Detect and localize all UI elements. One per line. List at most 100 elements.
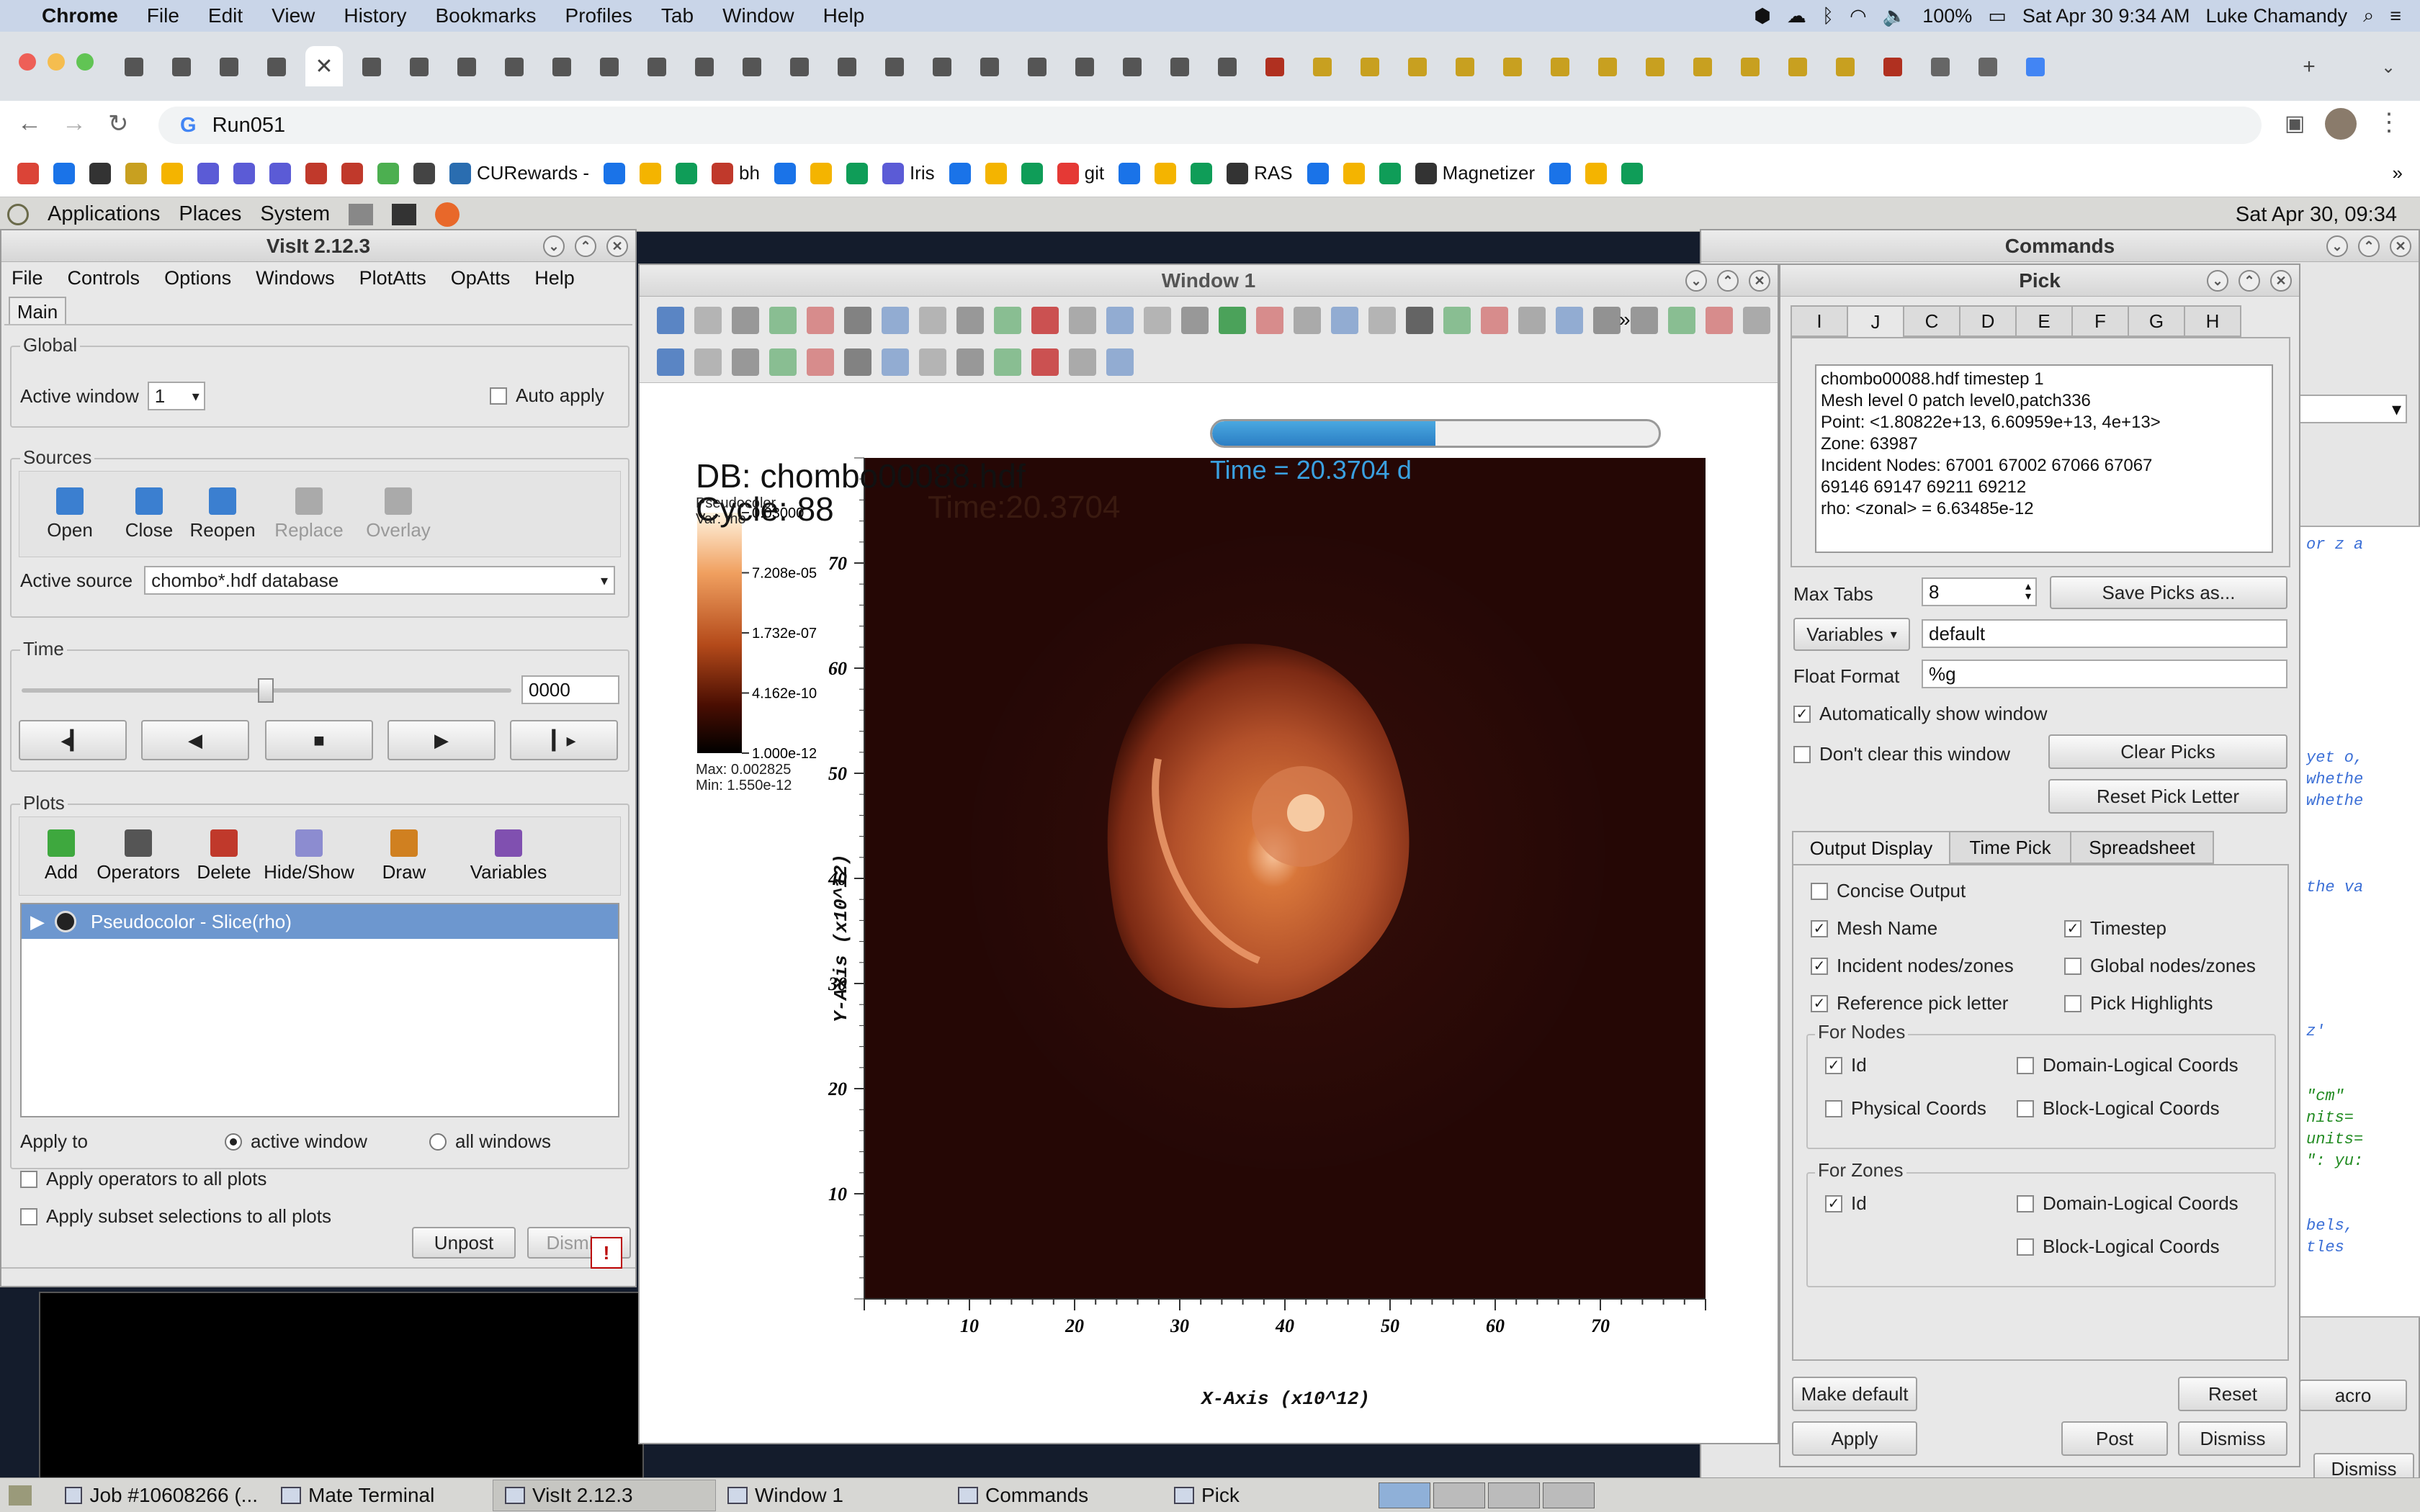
browser-tab[interactable] xyxy=(923,50,961,84)
bookmark-icon[interactable] xyxy=(1307,162,1329,184)
minimize-icon[interactable]: ⌄ xyxy=(2207,270,2228,292)
bookmark-icon[interactable] xyxy=(1379,162,1401,184)
maximize-icon[interactable]: ⌃ xyxy=(1717,270,1739,292)
viewer-tool-icon[interactable] xyxy=(919,348,946,376)
bookmark-icon[interactable] xyxy=(17,162,39,184)
pick-tab-i[interactable]: I xyxy=(1791,305,1848,337)
apply-active-radio[interactable] xyxy=(225,1133,242,1151)
plot-hide-show-button[interactable]: Hide/Show xyxy=(264,820,354,892)
bookmark-icon[interactable] xyxy=(125,162,147,184)
viewer-tool-icon[interactable] xyxy=(1631,307,1658,334)
visit-menu-item[interactable]: File xyxy=(12,267,43,289)
apply-ops-checkbox[interactable] xyxy=(20,1170,37,1188)
max-tabs-spinbox[interactable]: 8 ▴ ▾ xyxy=(1922,577,2037,606)
visit-menu-item[interactable]: Help xyxy=(534,267,575,289)
terminal-launcher-icon[interactable] xyxy=(392,203,417,225)
viewer-tool-icon[interactable] xyxy=(844,307,871,334)
source-overlay-button[interactable]: Overlay xyxy=(362,476,434,552)
source-open-button[interactable]: Open xyxy=(34,476,106,552)
bookmark-item[interactable]: Iris xyxy=(882,162,935,184)
bookmark-icon[interactable] xyxy=(89,162,111,184)
save-picks-button[interactable]: Save Picks as... xyxy=(2050,576,2287,609)
nodes-id-checkbox[interactable]: ✓ xyxy=(1825,1056,1842,1074)
plot-delete-button[interactable]: Delete xyxy=(188,820,260,892)
viewer-tool-icon[interactable] xyxy=(1106,307,1134,334)
maximize-icon[interactable]: ⌃ xyxy=(2238,270,2260,292)
taskbar-item[interactable]: Commands xyxy=(946,1480,1162,1511)
bookmark-icon[interactable] xyxy=(1119,162,1141,184)
mate-menu-applications[interactable]: Applications xyxy=(48,202,160,226)
maximize-icon[interactable]: ⌃ xyxy=(2358,235,2380,257)
viewer-tool-icon[interactable] xyxy=(769,348,797,376)
browser-tab[interactable] xyxy=(496,50,533,84)
expand-arrow-icon[interactable]: ▶ xyxy=(30,911,45,933)
menu-tab[interactable]: Tab xyxy=(661,4,694,27)
app-menu[interactable]: Chrome xyxy=(42,4,118,27)
pick-tab-e[interactable]: E xyxy=(2015,305,2073,337)
time-slider-handle[interactable] xyxy=(258,678,274,703)
menu-window[interactable]: Window xyxy=(722,4,794,27)
pick-tab-j[interactable]: J xyxy=(1847,305,1904,337)
bookmark-icon[interactable] xyxy=(1155,162,1177,184)
bookmark-icon[interactable] xyxy=(377,162,399,184)
browser-tab[interactable] xyxy=(115,50,153,84)
viewer-tool-icon[interactable] xyxy=(1556,307,1583,334)
apply-subset-checkbox[interactable] xyxy=(20,1207,37,1225)
mate-clock[interactable]: Sat Apr 30, 09:34 xyxy=(2236,203,2397,227)
browser-tab[interactable] xyxy=(1494,50,1531,84)
unpost-button[interactable]: Unpost xyxy=(412,1227,516,1259)
launcher-icon[interactable] xyxy=(349,203,374,225)
stop-button[interactable]: ■ xyxy=(265,720,373,760)
bookmark-icon[interactable] xyxy=(676,162,698,184)
profile-avatar[interactable] xyxy=(2325,108,2357,140)
viewer-tool-icon[interactable] xyxy=(1031,307,1059,334)
viewer-tool-icon[interactable] xyxy=(882,348,909,376)
mesh-name-checkbox[interactable]: ✓ xyxy=(1811,919,1828,937)
spotlight-icon[interactable]: ⌕ xyxy=(2363,4,2374,27)
browser-tab[interactable] xyxy=(1446,50,1484,84)
close-window-button[interactable] xyxy=(19,53,36,71)
browser-tab[interactable] xyxy=(1399,50,1436,84)
nodes-domain-checkbox[interactable] xyxy=(2017,1056,2034,1074)
tab-search-icon[interactable]: ⌄ xyxy=(2370,50,2407,84)
play-back-button[interactable]: ◀ xyxy=(141,720,249,760)
bookmark-icon[interactable] xyxy=(341,162,363,184)
bookmark-icon[interactable] xyxy=(774,162,796,184)
viewer-tool-icon[interactable] xyxy=(807,307,834,334)
browser-tab[interactable] xyxy=(258,50,295,84)
close-icon[interactable]: ✕ xyxy=(2270,270,2292,292)
mate-menu-system[interactable]: System xyxy=(260,202,330,226)
browser-tab[interactable] xyxy=(638,50,676,84)
menu-edit[interactable]: Edit xyxy=(208,4,243,27)
browser-tab[interactable] xyxy=(2017,50,2054,84)
close-icon[interactable]: ✕ xyxy=(606,235,628,257)
pick-output-text[interactable]: chombo00088.hdf timestep 1 Mesh level 0 p… xyxy=(1815,364,2273,553)
auto-show-checkbox[interactable]: ✓ xyxy=(1793,705,1811,723)
pick-tab-f[interactable]: F xyxy=(2071,305,2129,337)
volume-icon[interactable]: 🔈 xyxy=(1883,4,1907,27)
menu-bookmarks[interactable]: Bookmarks xyxy=(435,4,536,27)
viewer-tool-icon[interactable] xyxy=(1706,307,1733,334)
browser-tab[interactable] xyxy=(1304,50,1341,84)
viewer-tool-icon[interactable] xyxy=(844,348,871,376)
workspace-2[interactable] xyxy=(1433,1482,1485,1508)
workspace-3[interactable] xyxy=(1488,1482,1540,1508)
browser-tab[interactable] xyxy=(591,50,628,84)
minimize-window-button[interactable] xyxy=(48,53,65,71)
source-close-button[interactable]: Close xyxy=(113,476,185,552)
browser-tab[interactable] xyxy=(1922,50,1959,84)
reload-icon[interactable]: ↻ xyxy=(108,109,129,138)
viewer-tool-icon[interactable] xyxy=(732,307,759,334)
pick-tab-d[interactable]: D xyxy=(1959,305,2017,337)
browser-tab[interactable] xyxy=(781,50,818,84)
workspace-4[interactable] xyxy=(1543,1482,1595,1508)
viewer-tool-icon[interactable] xyxy=(1144,307,1171,334)
viewer-tool-icon[interactable] xyxy=(1331,307,1358,334)
tab-time-pick[interactable]: Time Pick xyxy=(1949,831,2071,864)
omnibox[interactable]: G Run051 xyxy=(158,107,2262,144)
bookmark-icon[interactable] xyxy=(1343,162,1365,184)
plot-add-button[interactable]: Add xyxy=(25,820,97,892)
visit-menu-item[interactable]: Windows xyxy=(256,267,335,289)
viewer-tool-icon[interactable] xyxy=(1069,307,1096,334)
commands-code-editor[interactable]: or z a yet o, whethe whethe the va z' "cm" nits… xyxy=(2299,526,2420,1318)
